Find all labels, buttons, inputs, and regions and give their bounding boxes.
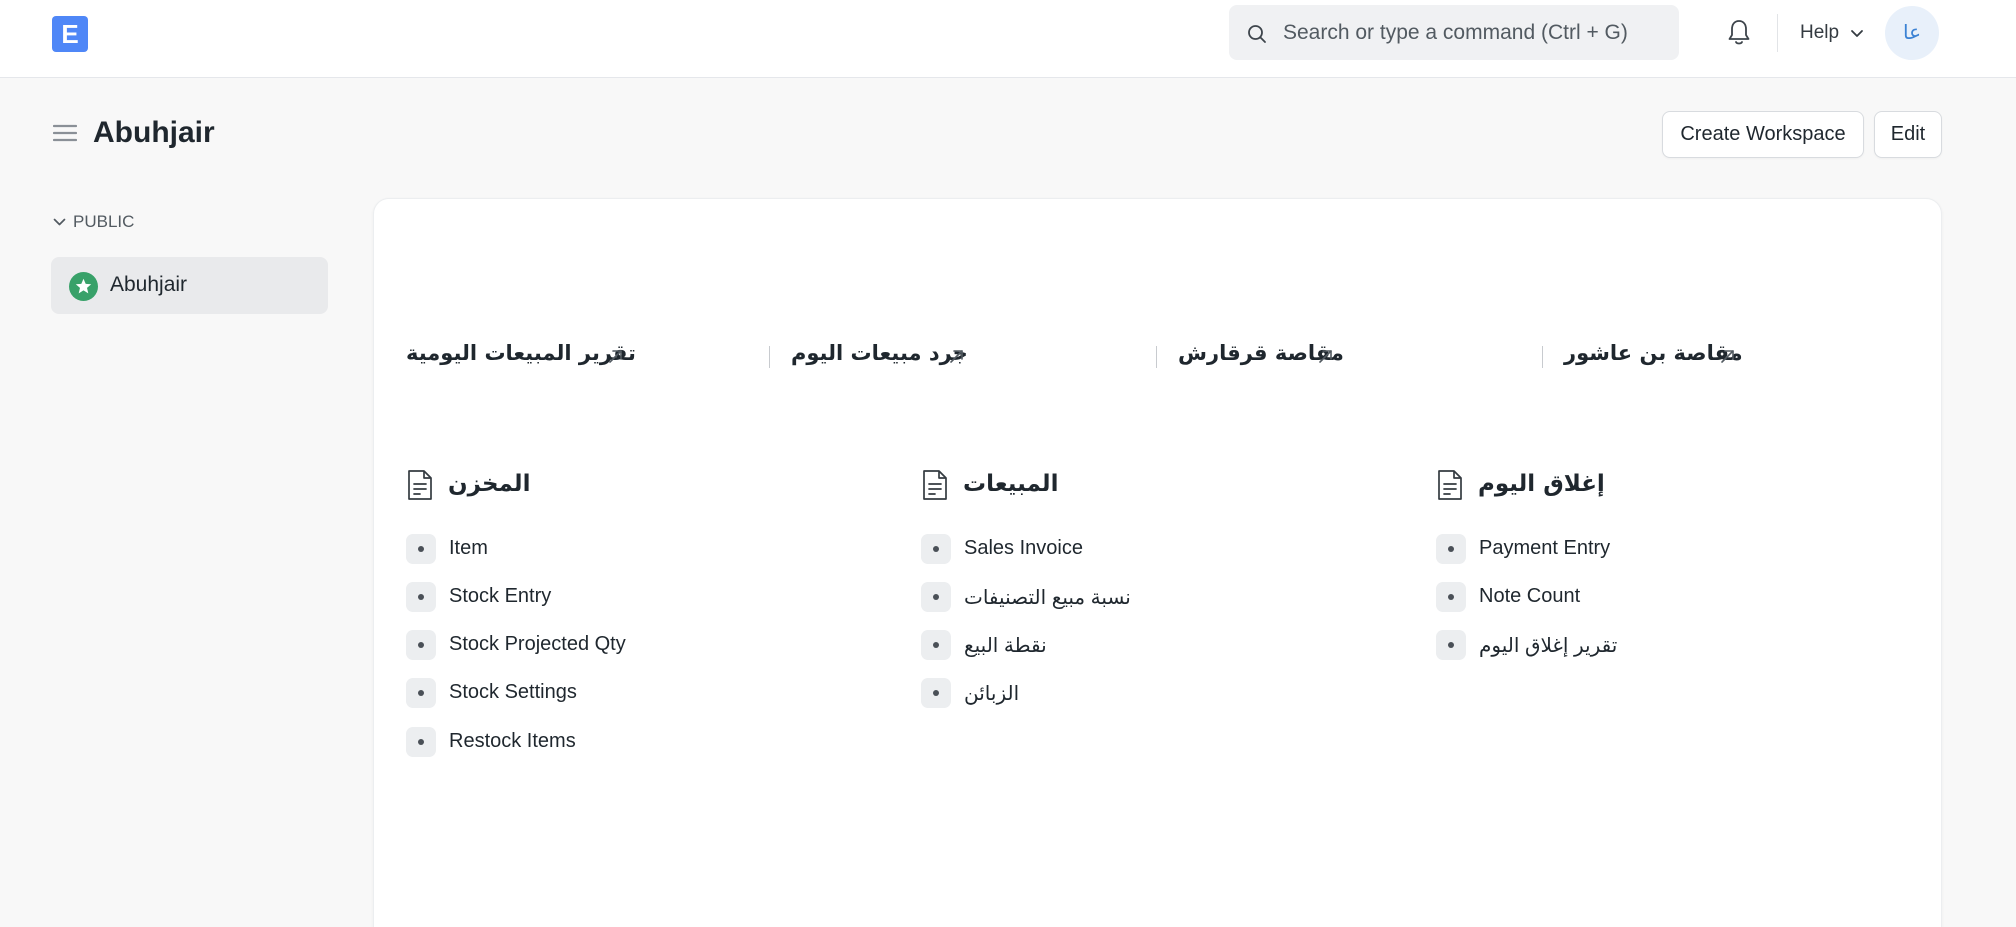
link-label: Restock Items <box>449 730 576 752</box>
notification-bell-icon[interactable] <box>1726 18 1752 46</box>
link-label: Payment Entry <box>1479 537 1611 559</box>
help-label: Help <box>1800 22 1840 43</box>
bullet-icon <box>406 534 436 564</box>
navbar: E Search or type a command (Ctrl + G) He… <box>0 0 2016 78</box>
sidebar-toggle-icon[interactable] <box>53 123 77 143</box>
card-warehouse-header: المخزن <box>406 469 706 503</box>
edit-button[interactable]: Edit <box>1874 111 1942 158</box>
create-workspace-button[interactable]: Create Workspace <box>1662 111 1864 158</box>
bullet-icon <box>1436 582 1466 612</box>
bullet-icon <box>921 582 951 612</box>
link-label: Note Count <box>1479 585 1581 607</box>
bullet-icon <box>921 630 951 660</box>
search-icon <box>1248 25 1266 43</box>
link-label: نقطة البيع <box>964 635 1047 657</box>
link-label: Item <box>449 537 488 559</box>
link-label: الزبائن <box>964 683 1020 705</box>
bullet-icon <box>406 678 436 708</box>
card-title: إغلاق اليوم <box>1478 471 1605 497</box>
arrow-up-right-icon <box>1319 350 1332 363</box>
user-avatar[interactable]: عا <box>1885 6 1939 60</box>
page-title: Abuhjair <box>93 116 215 149</box>
shortcut-label: تقرير المبيعات اليومية <box>406 341 636 365</box>
shortcut-label: مقاصة بن عاشور <box>1564 341 1743 365</box>
arrow-up-right-icon <box>950 350 963 363</box>
star-icon <box>69 272 98 301</box>
bullet-icon <box>1436 534 1466 564</box>
card-title: المخزن <box>448 471 531 497</box>
bullet-icon <box>406 727 436 757</box>
bullet-icon <box>921 534 951 564</box>
link-label: نسبة مبيع التصنيفات <box>964 587 1131 609</box>
link-label: Stock Entry <box>449 585 552 607</box>
shortcut-divider <box>1156 346 1157 368</box>
card-day-closing-header: إغلاق اليوم <box>1436 469 1736 503</box>
sidebar-section-label: PUBLIC <box>73 212 135 231</box>
document-icon <box>923 470 947 500</box>
search-placeholder: Search or type a command (Ctrl + G) <box>1283 21 1628 44</box>
document-icon <box>408 470 432 500</box>
navbar-divider <box>1777 14 1778 52</box>
shortcut-divider <box>1542 346 1543 368</box>
link-label: Sales Invoice <box>964 537 1083 559</box>
link-label: تقرير إغلاق اليوم <box>1479 635 1618 657</box>
sidebar-item-label: Abuhjair <box>110 273 188 296</box>
shortcut-clearing-gargaresh[interactable]: مقاصة قرقارش <box>1178 341 1344 371</box>
arrow-up-right-icon <box>1721 350 1734 363</box>
document-icon <box>1438 470 1462 500</box>
workspace-card <box>373 198 1942 927</box>
arrow-up-right-icon <box>609 350 622 363</box>
shortcut-label: جرد مبيعات اليوم <box>791 341 968 365</box>
bullet-icon <box>921 678 951 708</box>
link-label: Stock Settings <box>449 681 577 703</box>
bullet-icon <box>406 582 436 612</box>
link-label: Stock Projected Qty <box>449 633 626 655</box>
help-dropdown[interactable]: Help <box>1800 22 1863 44</box>
shortcut-clearing-ben-ashour[interactable]: مقاصة بن عاشور <box>1564 341 1744 371</box>
search-bar[interactable]: Search or type a command (Ctrl + G) <box>1229 5 1679 60</box>
shortcut-divider <box>769 346 770 368</box>
bullet-icon <box>406 630 436 660</box>
card-sales-header: المبيعات <box>921 469 1221 503</box>
chevron-down-icon <box>1851 30 1863 37</box>
chevron-down-icon <box>53 218 66 226</box>
shortcut-daily-sales-report[interactable]: تقرير المبيعات اليومية <box>406 341 636 371</box>
bullet-icon <box>1436 630 1466 660</box>
shortcut-daily-sales-inventory[interactable]: جرد مبيعات اليوم <box>791 341 976 371</box>
app-logo[interactable]: E <box>52 16 88 52</box>
card-title: المبيعات <box>963 471 1059 497</box>
sidebar-item-abuhjair[interactable]: Abuhjair <box>51 257 328 314</box>
